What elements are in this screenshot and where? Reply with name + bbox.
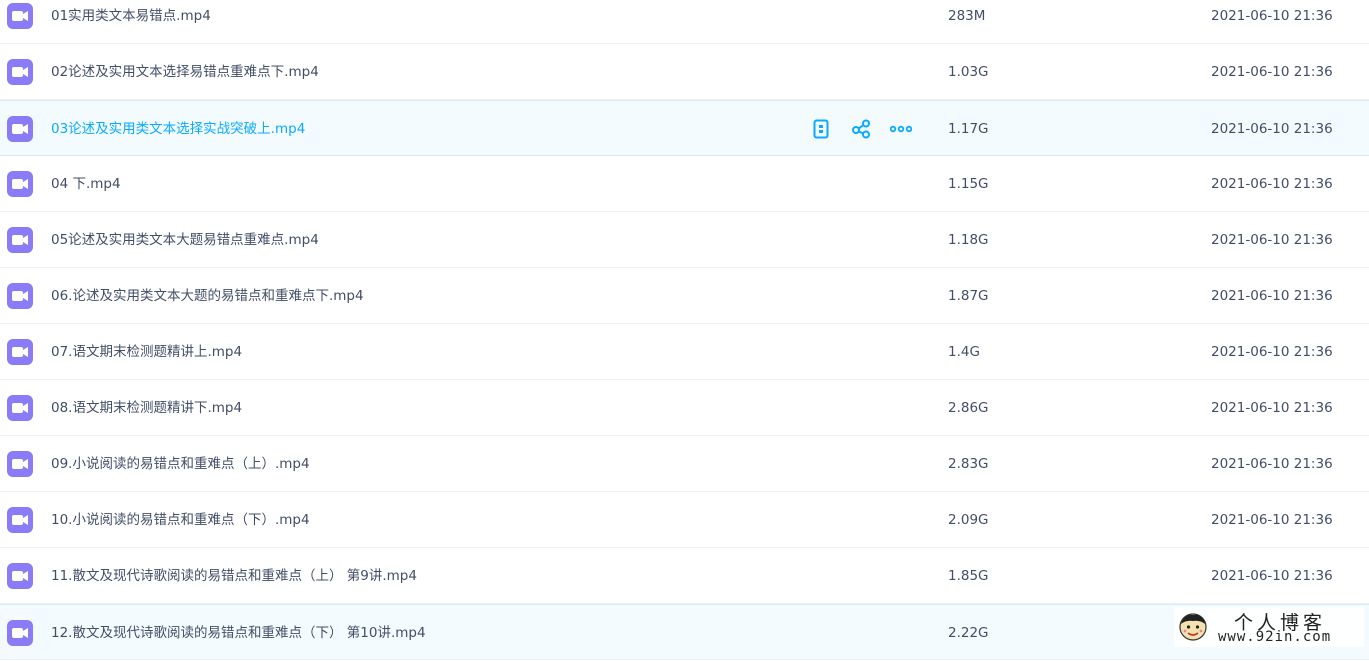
- file-size: 2.09G: [948, 512, 989, 528]
- video-file-icon: [7, 116, 33, 142]
- video-file-icon: [7, 451, 33, 477]
- share-icon: [852, 119, 870, 139]
- video-file-icon: [7, 620, 33, 646]
- more-icon: [890, 125, 912, 133]
- share-button[interactable]: [848, 117, 874, 141]
- more-button[interactable]: [888, 117, 914, 141]
- file-row-01[interactable]: 01实用类文本易错点.mp4 283M 2021-06-10 21:36: [0, 0, 1369, 44]
- file-row-12[interactable]: 12.散文及现代诗歌阅读的易错点和重难点（下） 第10讲.mp4 2.22G: [0, 604, 1369, 660]
- video-file-icon: [7, 339, 33, 365]
- row-actions: [808, 117, 928, 141]
- file-size: 2.22G: [948, 625, 989, 641]
- video-file-icon: [7, 283, 33, 309]
- file-name[interactable]: 05论述及实用类文本大题易错点重难点.mp4: [51, 212, 319, 268]
- video-file-icon: [7, 507, 33, 533]
- file-date: 2021-06-10 21:36: [1211, 568, 1333, 584]
- avatar-icon: [1179, 613, 1207, 641]
- file-row-09[interactable]: 09.小说阅读的易错点和重难点（上）.mp4 2.83G 2021-06-10 …: [0, 436, 1369, 492]
- file-row-05[interactable]: 05论述及实用类文本大题易错点重难点.mp4 1.18G 2021-06-10 …: [0, 212, 1369, 268]
- file-name[interactable]: 04 下.mp4: [51, 156, 121, 212]
- video-file-icon: [7, 59, 33, 85]
- video-file-icon: [7, 171, 33, 197]
- file-size: 2.83G: [948, 456, 989, 472]
- file-date: 2021-06-10 21:36: [1211, 288, 1333, 304]
- file-name[interactable]: 10.小说阅读的易错点和重难点（下）.mp4: [51, 492, 310, 548]
- file-date: 2021-06-10 21:36: [1211, 512, 1333, 528]
- blog-watermark: 个人博客 www.92in.com: [1174, 607, 1364, 647]
- file-date: 2021-06-10 21:36: [1211, 8, 1333, 24]
- video-file-icon: [7, 395, 33, 421]
- file-name[interactable]: 01实用类文本易错点.mp4: [51, 0, 211, 44]
- file-date: 2021-06-10 21:36: [1211, 400, 1333, 416]
- file-name[interactable]: 11.散文及现代诗歌阅读的易错点和重难点（上） 第9讲.mp4: [51, 548, 417, 604]
- file-row-03[interactable]: 03论述及实用类文本选择实战突破上.mp4 1.17G 2021-06-10 2…: [0, 100, 1369, 156]
- video-file-icon: [7, 227, 33, 253]
- file-size: 1.18G: [948, 232, 989, 248]
- file-date: 2021-06-10 21:36: [1211, 232, 1333, 248]
- file-name[interactable]: 09.小说阅读的易错点和重难点（上）.mp4: [51, 436, 310, 492]
- file-list: 01实用类文本易错点.mp4 283M 2021-06-10 21:36 02论…: [0, 0, 1369, 660]
- file-date: 2021-06-10 21:36: [1211, 64, 1333, 80]
- file-name[interactable]: 07.语文期末检测题精讲上.mp4: [51, 324, 242, 380]
- file-name[interactable]: 06.论述及实用类文本大题的易错点和重难点下.mp4: [51, 268, 364, 324]
- file-size: 1.85G: [948, 568, 989, 584]
- watermark-url: www.92in.com: [1218, 629, 1332, 645]
- file-size: 1.15G: [948, 176, 989, 192]
- video-file-icon: [7, 563, 33, 589]
- file-size: 1.03G: [948, 64, 989, 80]
- send-to-phone-button[interactable]: [808, 117, 834, 141]
- file-row-11[interactable]: 11.散文及现代诗歌阅读的易错点和重难点（上） 第9讲.mp4 1.85G 20…: [0, 548, 1369, 604]
- file-name[interactable]: 03论述及实用类文本选择实战突破上.mp4: [51, 101, 305, 157]
- file-date: 2021-06-10 21:36: [1211, 176, 1333, 192]
- file-date: 2021-06-10 21:36: [1211, 344, 1333, 360]
- file-name[interactable]: 08.语文期末检测题精讲下.mp4: [51, 380, 242, 436]
- video-file-icon: [7, 3, 33, 29]
- file-row-08[interactable]: 08.语文期末检测题精讲下.mp4 2.86G 2021-06-10 21:36: [0, 380, 1369, 436]
- file-name[interactable]: 02论述及实用文本选择易错点重难点下.mp4: [51, 44, 319, 100]
- file-row-07[interactable]: 07.语文期末检测题精讲上.mp4 1.4G 2021-06-10 21:36: [0, 324, 1369, 380]
- file-size: 283M: [948, 8, 986, 24]
- file-name[interactable]: 12.散文及现代诗歌阅读的易错点和重难点（下） 第10讲.mp4: [51, 605, 426, 661]
- file-row-10[interactable]: 10.小说阅读的易错点和重难点（下）.mp4 2.09G 2021-06-10 …: [0, 492, 1369, 548]
- file-size: 1.87G: [948, 288, 989, 304]
- file-size: 1.17G: [948, 121, 989, 137]
- file-row-04[interactable]: 04 下.mp4 1.15G 2021-06-10 21:36: [0, 156, 1369, 212]
- file-size: 2.86G: [948, 400, 989, 416]
- file-row-06[interactable]: 06.论述及实用类文本大题的易错点和重难点下.mp4 1.87G 2021-06…: [0, 268, 1369, 324]
- file-date: 2021-06-10 21:36: [1211, 456, 1333, 472]
- file-date: 2021-06-10 21:36: [1211, 121, 1333, 137]
- file-size: 1.4G: [948, 344, 980, 360]
- file-row-02[interactable]: 02论述及实用文本选择易错点重难点下.mp4 1.03G 2021-06-10 …: [0, 44, 1369, 100]
- phone-icon: [813, 119, 829, 139]
